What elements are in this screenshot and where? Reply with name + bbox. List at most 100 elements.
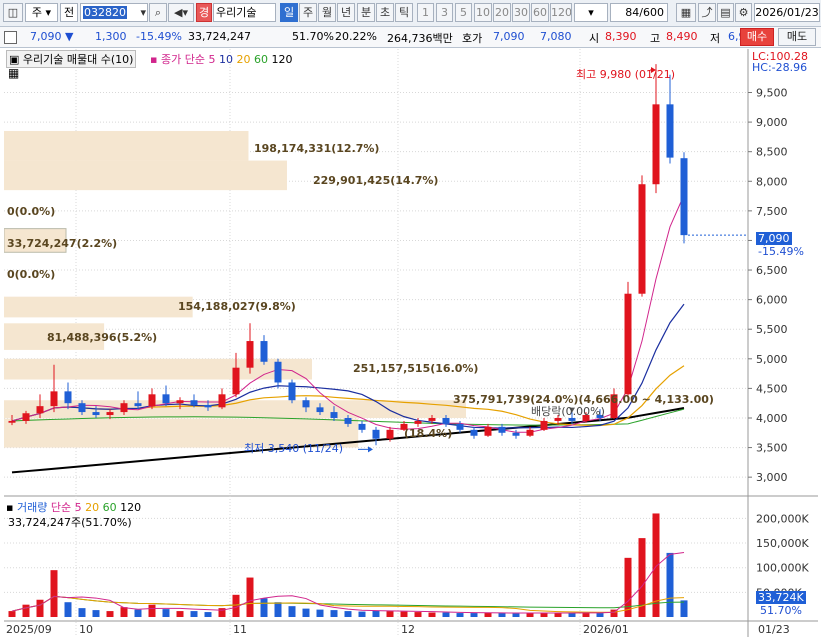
profile-label: 0(0.0%)	[7, 268, 56, 281]
count-30[interactable]: 30	[512, 3, 530, 22]
indicator-icon[interactable]: ▦	[676, 3, 696, 22]
candle-body	[22, 413, 30, 421]
count-dropdown[interactable]: ▾	[574, 3, 608, 22]
volume-bar	[386, 611, 394, 617]
candle-body	[316, 407, 324, 413]
gear-icon[interactable]: ⚙	[735, 3, 752, 22]
line-tool-icon[interactable]: ⤴	[698, 3, 716, 22]
candle-body	[274, 361, 282, 383]
candle-body	[232, 367, 240, 395]
ma20-label: 20	[236, 53, 251, 66]
count-5[interactable]: 5	[455, 3, 472, 22]
volume-tick-label: 100,000K	[756, 562, 809, 575]
volume-bar	[344, 611, 352, 617]
price-tick-label: 3,000	[756, 471, 788, 484]
sell-button[interactable]: 매도	[778, 28, 816, 46]
chart-area[interactable]: 9,5009,0008,5008,0007,5007,0006,5006,000…	[3, 49, 818, 637]
candle-body	[246, 341, 254, 368]
volume-bar	[512, 613, 520, 617]
volume-bar	[680, 600, 688, 617]
candle-body	[134, 403, 142, 407]
ma-legend: ▪ 종가 단순 5 10 20 60 120	[150, 51, 292, 67]
candle-body	[498, 426, 506, 433]
candle-body	[428, 417, 436, 421]
current-price-tag: 7,090	[756, 232, 792, 245]
volume-bar	[176, 611, 184, 617]
candle-body	[372, 429, 380, 439]
price-tick-label: 9,500	[756, 87, 788, 100]
sound-icon[interactable]: ◀▾	[168, 3, 194, 22]
price-tick-label: 5,000	[756, 353, 788, 366]
trading-amount: 264,736백만	[387, 32, 453, 45]
price-tick-label: 6,500	[756, 264, 788, 277]
count-3[interactable]: 3	[436, 3, 453, 22]
candle-body	[120, 403, 128, 413]
volume-bar	[50, 570, 58, 617]
candle-body	[176, 400, 184, 404]
candle-body	[624, 293, 632, 395]
count-1[interactable]: 1	[417, 3, 434, 22]
low-label: 저	[710, 32, 721, 45]
price-tick-label: 6,000	[756, 294, 788, 307]
candle-body	[162, 394, 170, 404]
count-120[interactable]: 120	[550, 3, 572, 22]
volume-profile-bar	[4, 160, 287, 191]
market-select[interactable]: 주 ▾	[25, 3, 58, 22]
chart-menu-icon[interactable]: ◫	[3, 3, 23, 22]
tab-year[interactable]: 년	[337, 3, 355, 22]
count-20[interactable]: 20	[493, 3, 511, 22]
volume-tick-label: 150,000K	[756, 537, 809, 550]
search-icon[interactable]: ⌕	[149, 3, 167, 22]
prev-button[interactable]: 전	[60, 3, 78, 22]
ma60-label: 60	[253, 53, 268, 66]
tab-week[interactable]: 주	[299, 3, 317, 22]
indicator-toggle-icon[interactable]: ▦	[8, 66, 19, 80]
tab-minute[interactable]: 분	[357, 3, 375, 22]
volume-profile-bar	[4, 130, 249, 161]
stock-code-input[interactable]: 032820 ▾	[80, 3, 148, 22]
profile-label: 33,724,247(2.2%)	[7, 237, 118, 250]
volume-profile-bar	[4, 358, 312, 380]
volume-bar	[36, 599, 44, 617]
collapse-icon[interactable]: ▣	[9, 53, 19, 66]
price-change: 1,300	[95, 30, 127, 43]
candle-body	[204, 404, 212, 408]
candle-body	[260, 341, 268, 362]
date-tick-label: 10	[79, 623, 93, 636]
profile-label: 229,901,425(14.7%)	[313, 174, 439, 187]
profile-label: 154,188,027(9.8%)	[178, 300, 296, 313]
volume-bar	[316, 609, 324, 617]
candle-body	[652, 104, 660, 185]
volume-collapse-icon[interactable]: ▪	[6, 501, 13, 514]
volume-ratio-tag: 51.70%	[760, 604, 802, 617]
volume-bar	[22, 604, 30, 617]
tab-second[interactable]: 초	[376, 3, 394, 22]
volume-bar	[624, 557, 632, 617]
hc-label: HC:-28.96	[752, 61, 808, 74]
tab-month[interactable]: 월	[318, 3, 336, 22]
count-10[interactable]: 10	[474, 3, 492, 22]
buy-button[interactable]: 매수	[740, 28, 774, 46]
candle-body	[540, 420, 548, 430]
candle-body	[36, 406, 44, 414]
tab-tick[interactable]: 틱	[395, 3, 413, 22]
profile-label: 81,488,396(5.2%)	[47, 331, 158, 344]
volume-bar	[204, 612, 212, 617]
tab-day[interactable]: 일	[280, 3, 298, 22]
price-change-pct: -15.49%	[136, 30, 182, 43]
volume-bar	[596, 613, 604, 617]
toolbar: ◫ 주 ▾ 전 032820 ▾ ⌕ ◀▾ 경 우리기술 일 주 월 년 분 초 …	[0, 0, 821, 27]
profile-label: 251,157,515(16.0%)	[353, 362, 479, 375]
quote-bar: 7,090 ▼ 1,300 -15.49% 33,724,247 51.70% …	[0, 27, 821, 48]
grid-icon[interactable]: ▤	[717, 3, 734, 22]
price-tick-label: 5,500	[756, 323, 788, 336]
volume-bar	[64, 602, 72, 617]
volume-bar	[162, 609, 170, 617]
volume-ratio: 51.70%	[292, 30, 334, 43]
volume-bar	[526, 613, 534, 617]
date-field[interactable]: 2026/01/23	[754, 3, 820, 22]
quote-toggle-icon[interactable]	[4, 31, 17, 44]
ma5-label: 5	[208, 53, 216, 66]
candle-body	[358, 423, 366, 430]
count-60[interactable]: 60	[531, 3, 549, 22]
